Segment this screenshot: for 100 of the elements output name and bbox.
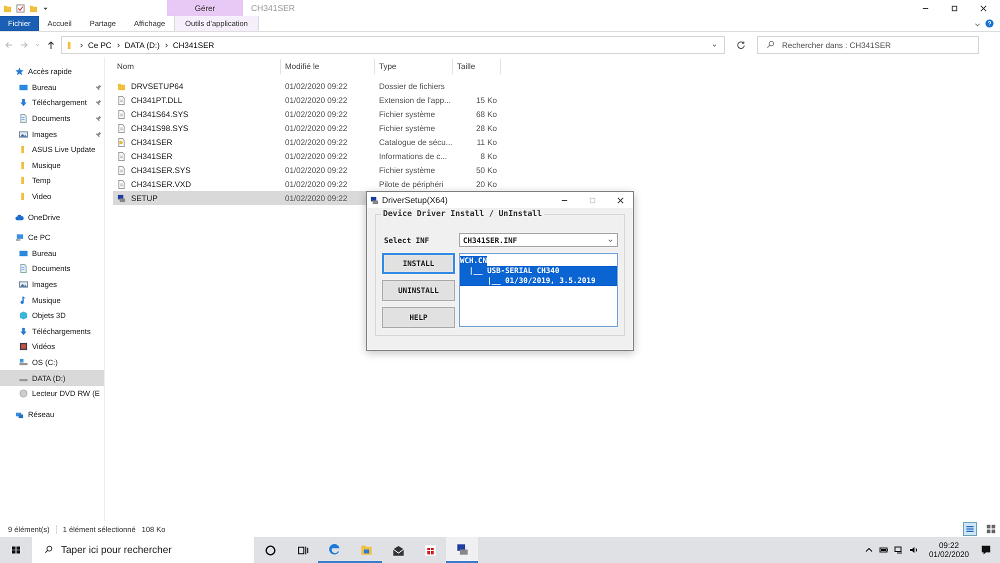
column-header[interactable]: Type (375, 59, 453, 74)
column-header[interactable]: Nom (113, 59, 281, 74)
table-cell: Catalogue de sécu... (379, 138, 452, 146)
table-cell: 01/02/2020 09:22 (285, 96, 348, 104)
file-name[interactable]: DRVSETUP64 (131, 82, 184, 90)
help-icon[interactable] (985, 19, 994, 28)
table-cell: 01/02/2020 09:22 (285, 180, 348, 188)
table-cell: 8 Ko (480, 152, 497, 160)
maximize-icon (588, 196, 597, 204)
table-cell: 01/02/2020 09:22 (285, 82, 348, 90)
dialog-title: DriverSetup(X64) (382, 195, 448, 205)
breadcrumb[interactable]: DATA (D:) (124, 40, 160, 50)
window-title: CH341SER (250, 2, 295, 15)
large-icons-view-icon[interactable] (985, 523, 997, 535)
file-name[interactable]: SETUP (131, 194, 158, 202)
document-icon (19, 114, 28, 124)
refresh-icon[interactable] (736, 40, 746, 50)
desktop-icon (19, 248, 28, 258)
cloud-icon (15, 212, 24, 222)
dvd-icon (19, 389, 28, 398)
document-icon (19, 264, 28, 274)
speaker-icon[interactable] (908, 545, 919, 555)
pc-icon (15, 233, 24, 242)
file-name[interactable]: CH341SER.VXD (131, 180, 192, 188)
drive-icon (19, 358, 28, 367)
table-cell: 01/02/2020 09:22 (285, 110, 348, 118)
table-cell: 15 Ko (476, 96, 497, 104)
table-cell: Fichier système (379, 166, 436, 174)
images-icon (19, 280, 28, 290)
column-header[interactable]: Modifié le (281, 59, 375, 74)
table-cell: Fichier système (379, 110, 436, 118)
certificate-icon (117, 138, 126, 146)
checkbox-icon[interactable] (16, 4, 25, 12)
document-icon (117, 96, 126, 104)
network-icon[interactable] (894, 545, 904, 555)
document-icon (117, 124, 126, 132)
file-name[interactable]: CH341S64.SYS (131, 110, 188, 118)
table-cell: Dossier de fichiers (379, 82, 445, 90)
images-icon (19, 130, 28, 139)
table-cell: 01/02/2020 09:22 (285, 194, 348, 202)
chevron-right-icon (116, 40, 121, 50)
table-cell: 01/02/2020 09:22 (285, 138, 348, 146)
search-field[interactable]: Rechercher dans : CH341SER (757, 36, 979, 54)
dropdown-icon[interactable] (711, 42, 718, 48)
group-label: Device Driver Install / UnInstall (381, 209, 544, 218)
table-cell: 01/02/2020 09:22 (285, 124, 348, 132)
table-cell: Extension de l'app... (379, 96, 451, 104)
address-bar[interactable]: Ce PC DATA (D:) CH341SER (61, 36, 725, 54)
pin-icon[interactable] (95, 115, 102, 122)
file-name[interactable]: CH341SER.SYS (131, 166, 191, 174)
chevron-right-icon (164, 40, 169, 50)
document-icon (117, 110, 126, 118)
file-name[interactable]: CH341PT.DLL (131, 96, 182, 104)
file-name[interactable]: CH341S98.SYS (131, 124, 188, 132)
chevron-right-icon (79, 40, 84, 50)
chevron-icon[interactable] (974, 21, 981, 28)
details-view-icon[interactable] (964, 523, 976, 535)
computer-icon (117, 194, 126, 202)
breadcrumb[interactable]: CH341SER (172, 40, 214, 50)
computer-icon[interactable] (446, 537, 478, 563)
up-arrow-icon[interactable] (46, 40, 56, 50)
windows-start-icon[interactable] (11, 545, 21, 555)
table-cell: 28 Ko (476, 124, 497, 132)
document-icon (117, 166, 126, 174)
close-icon[interactable] (616, 196, 625, 204)
notification-icon[interactable] (980, 544, 992, 556)
network-icon (15, 410, 24, 419)
pin-icon[interactable] (95, 130, 102, 138)
search-icon (766, 40, 775, 49)
column-header[interactable]: Taille (453, 59, 501, 74)
table-cell: 50 Ko (476, 166, 497, 174)
time-text: 09:22 (938, 541, 959, 550)
document-icon (117, 152, 126, 160)
cube-icon (19, 311, 28, 320)
download-icon (19, 98, 28, 108)
file-name[interactable]: CH341SER (131, 152, 172, 160)
pin-icon[interactable] (95, 84, 102, 91)
table-cell: 11 Ko (476, 138, 497, 146)
clock[interactable]: 09:22 01/02/2020 (928, 541, 969, 559)
pin-icon[interactable] (95, 99, 102, 106)
breadcrumb[interactable]: Ce PC (88, 40, 112, 50)
table-cell: Pilote de périphéri (379, 180, 444, 188)
music-icon (19, 296, 28, 305)
maximize-icon[interactable] (950, 4, 959, 12)
table-cell: 01/02/2020 09:22 (285, 152, 348, 160)
date-text: 01/02/2020 (928, 550, 969, 559)
close-icon[interactable] (979, 4, 988, 12)
table-cell: 20 Ko (476, 180, 497, 188)
video-icon (19, 342, 28, 352)
taskbar-search-field[interactable]: Taper ici pour rechercher (32, 537, 254, 563)
star-icon (15, 67, 24, 76)
table-cell: 01/02/2020 09:22 (285, 166, 348, 174)
search-icon (44, 545, 53, 554)
file-name[interactable]: CH341SER (131, 138, 172, 146)
table-cell: 68 Ko (476, 110, 497, 118)
context-tab-group: Gérer (167, 0, 243, 16)
computer-icon (370, 196, 379, 204)
table-cell: Fichier système (379, 124, 436, 132)
battery-icon[interactable] (878, 545, 889, 555)
document-icon (117, 180, 126, 188)
